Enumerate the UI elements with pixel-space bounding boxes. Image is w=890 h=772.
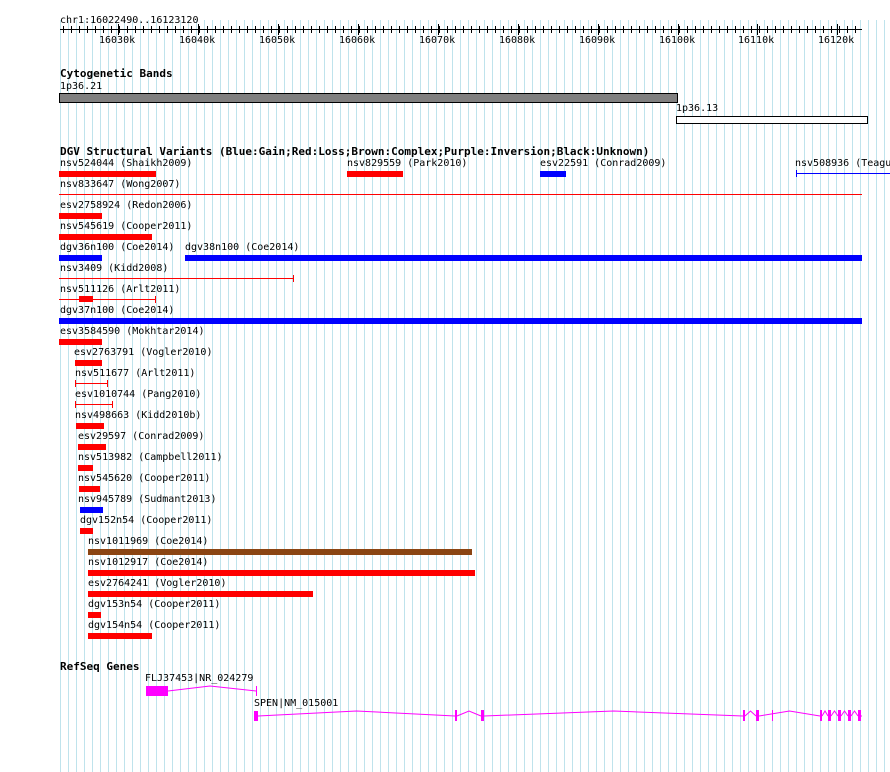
sv-feature[interactable] (88, 549, 472, 555)
sv-feature[interactable] (59, 299, 156, 300)
sv-feature[interactable] (59, 234, 152, 240)
sv-feature[interactable] (76, 423, 104, 429)
sv-feature-endcap (796, 170, 797, 177)
gene-label: FLJ37453|NR_024279 (145, 673, 254, 684)
ruler-tick-label: 16110k (738, 35, 775, 46)
sv-feature-endcap (112, 401, 113, 408)
sv-feature-endcap (75, 401, 76, 408)
sv-label: esv3584590 (Mokhtar2014) (60, 326, 205, 337)
sv-label: dgv36n100 (Coe2014) (60, 242, 175, 253)
ruler-tick-label: 16060k (339, 35, 376, 46)
sv-feature[interactable] (79, 486, 100, 492)
ruler-tick-label: 16120k (818, 35, 855, 46)
sv-feature[interactable] (540, 171, 566, 177)
sv-feature[interactable] (78, 444, 106, 450)
cytoband-track-title: Cytogenetic Bands (60, 67, 173, 80)
sv-feature[interactable] (347, 171, 403, 177)
ruler[interactable]: 16030k 16040k 16050k 16060k 16070k 16080k 1609… (0, 0, 890, 48)
sv-feature[interactable] (59, 194, 862, 195)
sv-label: nsv833647 (Wong2007) (60, 179, 181, 190)
sv-feature[interactable] (78, 465, 93, 471)
ruler-tick-label: 16040k (179, 35, 216, 46)
dgv-track-title: DGV Structural Variants (Blue:Gain;Red:L… (60, 145, 650, 158)
cytoband-label: 1p36.13 (676, 103, 719, 114)
ruler-tick-label: 16080k (499, 35, 536, 46)
refseq-track-title: RefSeq Genes (60, 660, 140, 673)
sv-feature[interactable] (80, 528, 93, 534)
sv-label: esv2764241 (Vogler2010) (88, 578, 227, 589)
sv-label: dgv153n54 (Cooper2011) (88, 599, 221, 610)
sv-feature[interactable] (59, 339, 102, 345)
sv-feature[interactable] (75, 404, 113, 405)
sv-label: dgv37n100 (Coe2014) (60, 305, 175, 316)
sv-label: nsv1011969 (Coe2014) (88, 536, 209, 547)
sv-label: esv22591 (Conrad2009) (540, 158, 667, 169)
sv-feature[interactable] (59, 213, 102, 219)
sv-feature[interactable] (88, 612, 101, 618)
sv-label: dgv154n54 (Cooper2011) (88, 620, 221, 631)
ruler-tick-label: 16030k (99, 35, 136, 46)
sv-label: nsv1012917 (Coe2014) (88, 557, 209, 568)
sv-label: nsv545620 (Cooper2011) (78, 473, 211, 484)
sv-label: nsv945789 (Sudmant2013) (78, 494, 217, 505)
sv-label: nsv513982 (Campbell2011) (78, 452, 223, 463)
sv-feature-endcap (155, 296, 156, 303)
sv-feature-endcap (293, 275, 294, 282)
sv-label: dgv152n54 (Cooper2011) (80, 515, 213, 526)
sv-feature[interactable] (88, 591, 313, 597)
sv-label: esv2763791 (Vogler2010) (74, 347, 213, 358)
ruler-tick-label: 16070k (419, 35, 456, 46)
sv-label: nsv508936 (Teague2010) (795, 158, 890, 169)
sv-label: nsv498663 (Kidd2010b) (75, 410, 202, 421)
sv-feature[interactable] (88, 570, 475, 576)
sv-label: nsv524044 (Shaikh2009) (60, 158, 193, 169)
cytoband[interactable] (59, 93, 678, 103)
sv-feature-block (79, 296, 93, 302)
sv-label: esv2758924 (Redon2006) (60, 200, 193, 211)
ruler-tick-label: 16050k (259, 35, 296, 46)
sv-feature[interactable] (185, 255, 862, 261)
sv-label: esv1010744 (Pang2010) (75, 389, 202, 400)
sv-feature[interactable] (80, 507, 103, 513)
gene-label: SPEN|NM_015001 (254, 698, 339, 709)
sv-feature[interactable] (59, 255, 102, 261)
cytoband-label: 1p36.21 (60, 81, 103, 92)
sv-feature[interactable] (59, 278, 294, 279)
sv-feature[interactable] (75, 383, 108, 384)
sv-feature[interactable] (59, 171, 156, 177)
sv-label: nsv545619 (Cooper2011) (60, 221, 193, 232)
sv-label: dgv38n100 (Coe2014) (185, 242, 300, 253)
sv-feature-endcap (107, 380, 108, 387)
ruler-tick-label: 16090k (579, 35, 616, 46)
sv-feature-endcap (75, 380, 76, 387)
ruler-tick-label: 16100k (659, 35, 696, 46)
sv-feature[interactable] (796, 173, 890, 174)
sv-label: esv29597 (Conrad2009) (78, 431, 205, 442)
sv-label: nsv3409 (Kidd2008) (60, 263, 169, 274)
sv-label: nsv829559 (Park2010) (347, 158, 468, 169)
sv-feature[interactable] (88, 633, 152, 639)
cytoband[interactable] (676, 116, 868, 124)
sv-feature[interactable] (59, 318, 862, 324)
sv-feature[interactable] (75, 360, 102, 366)
sv-label: nsv511126 (Arlt2011) (60, 284, 181, 295)
sv-label: nsv511677 (Arlt2011) (75, 368, 196, 379)
genome-browser-canvas: chr1:16022490..16123120 16030k 16040k 1605… (0, 0, 890, 772)
